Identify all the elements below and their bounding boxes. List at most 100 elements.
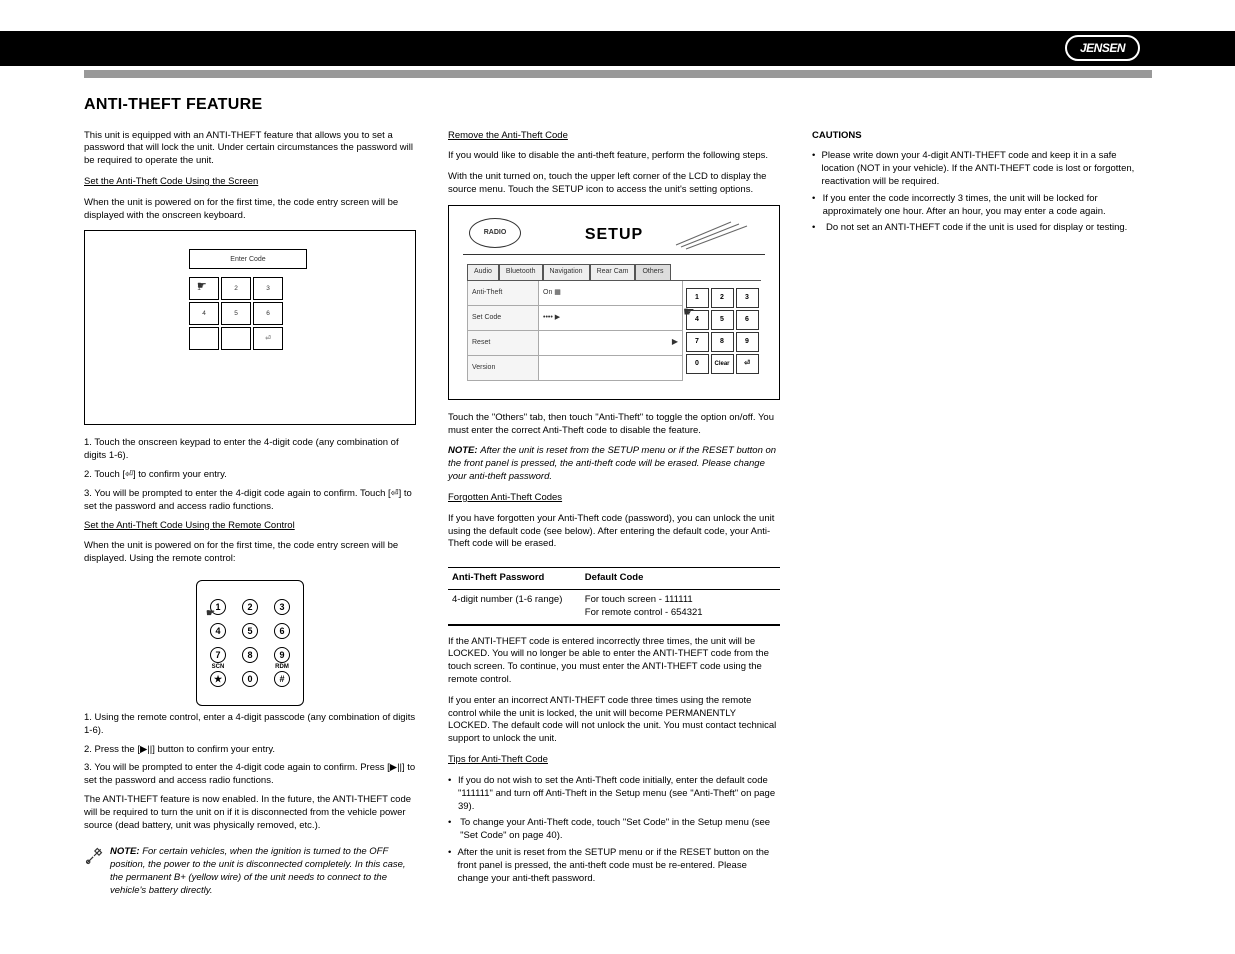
col1-rstep-3: 3. You will be prompted to enter the 4-d… [84, 762, 416, 788]
remote-key-star[interactable]: ★ [210, 671, 226, 687]
numpad-enter[interactable]: ⏎ [736, 354, 759, 374]
key-4[interactable]: 4 [189, 302, 219, 325]
mid-antitheft[interactable]: On ▦ [539, 281, 683, 306]
col1-step-1: 1. Touch the onscreen keypad to enter th… [84, 437, 416, 463]
remote-key-9[interactable]: 9RDM [274, 647, 290, 663]
table-r1c2: For touch screen - 111111 For remote con… [581, 590, 780, 624]
numpad-2[interactable]: 2 [711, 288, 734, 308]
col1-note: NOTE: For certain vehicles, when the ign… [84, 846, 416, 897]
remote-key-8[interactable]: 8 [242, 647, 258, 663]
key-blank-1 [189, 327, 219, 350]
setup-rule [463, 254, 765, 255]
setup-content: Anti-Theft Set Code Reset Version On ▦ •… [467, 280, 761, 381]
col2-note-1: NOTE: After the unit is reset from the S… [448, 445, 780, 483]
document-page: JENSEN ANTI-THEFT FEATURE This unit is e… [0, 0, 1235, 954]
pointer-icon [201, 284, 211, 294]
key-1[interactable]: 1 [189, 277, 219, 300]
remote-key-0[interactable]: 0 [242, 671, 258, 687]
col1-set-remote-label: Set the Anti-Theft Code Using the Remote… [84, 520, 416, 533]
remote-key-2[interactable]: 2 [242, 599, 258, 615]
decor-lines [671, 220, 761, 250]
page-title: ANTI-THEFT FEATURE [84, 94, 1235, 116]
table-r1c2-b: For remote control - 654321 [585, 607, 776, 620]
key-5[interactable]: 5 [221, 302, 251, 325]
column-3: CAUTIONS •Please write down your 4-digit… [812, 130, 1144, 898]
col2-tip-2: •To change your Anti-Theft code, touch "… [448, 817, 780, 843]
col2-tip-3: •After the unit is reset from the SETUP … [448, 847, 780, 885]
numpad-0[interactable]: 0 [686, 354, 709, 374]
label-setcode[interactable]: Set Code [467, 306, 539, 331]
numpad-7[interactable]: 7 [686, 332, 709, 352]
remote-key-9-sub: RDM [275, 663, 289, 671]
col2-locked-p: If you enter an incorrect ANTI-THEFT cod… [448, 695, 780, 746]
col2-note-text: After the unit is reset from the SETUP m… [448, 445, 776, 482]
tools-icon [84, 846, 104, 871]
remote-key-1[interactable]: 1 [210, 599, 226, 615]
numpad-3[interactable]: 3 [736, 288, 759, 308]
col2-forgot-label: Forgotten Anti-Theft Codes [448, 492, 780, 505]
remote-key-3[interactable]: 3 [274, 599, 290, 615]
mid-setcode[interactable]: •••• ▶ [539, 306, 683, 331]
table-h1: Anti-Theft Password [448, 568, 581, 589]
label-antitheft[interactable]: Anti-Theft [467, 281, 539, 306]
key-blank-2 [221, 327, 251, 350]
key-enter[interactable]: ⏎ [253, 327, 283, 350]
table-r1c1: 4-digit number (1-6 range) [448, 590, 581, 624]
columns: This unit is equipped with an ANTI-THEFT… [84, 130, 1149, 898]
tab-others[interactable]: Others [635, 264, 670, 280]
col3-c3: •Do not set an ANTI-THEFT code if the un… [812, 222, 1144, 235]
setup-mid-controls: On ▦ •••• ▶ ▶ [539, 281, 683, 381]
tab-bluetooth[interactable]: Bluetooth [499, 264, 543, 280]
col3-c1: •Please write down your 4-digit ANTI-THE… [812, 150, 1144, 188]
setup-numpad: ☛ 1 2 3 4 5 6 7 8 9 0 [683, 281, 761, 381]
key-6[interactable]: 6 [253, 302, 283, 325]
mid-reset[interactable]: ▶ [539, 331, 683, 356]
mid-version [539, 356, 683, 381]
tabs-row: Audio Bluetooth Navigation Rear Cam Othe… [467, 264, 761, 280]
remote-key-5[interactable]: 5 [242, 623, 258, 639]
code-entry-field: Enter Code [189, 249, 307, 269]
table-r1c2-a: For touch screen - 111111 [585, 594, 776, 607]
remote-key-7[interactable]: 7SCN [210, 647, 226, 663]
col1-intro: This unit is equipped with an ANTI-THEFT… [84, 130, 416, 168]
label-version: Version [467, 356, 539, 381]
column-2: Remove the Anti-Theft Code If you would … [448, 130, 780, 898]
col1-rstep-1: 1. Using the remote control, enter a 4-d… [84, 712, 416, 738]
pointer-icon: ☛ [683, 303, 695, 321]
figure-code-entry-screen: Enter Code 1 2 3 4 5 6 ⏎ [84, 230, 416, 425]
label-reset[interactable]: Reset [467, 331, 539, 356]
figure-setup-screen: RADIO SETUP Audio Bluetooth Navigation R… [448, 205, 780, 400]
numpad-9[interactable]: 9 [736, 332, 759, 352]
numpad-5[interactable]: 5 [711, 310, 734, 330]
col1-step-3: 3. You will be prompted to enter the 4-d… [84, 488, 416, 514]
col2-tip-1: •If you do not wish to set the Anti-Thef… [448, 775, 780, 813]
col1-step-2: 2. Touch [⏎] to confirm your entry. [84, 469, 416, 482]
col1-set-screen-label: Set the Anti-Theft Code Using the Screen [84, 176, 416, 189]
remote-key-6[interactable]: 6 [274, 623, 290, 639]
remote-key-hash[interactable]: # [274, 671, 290, 687]
brand-logo: JENSEN [1065, 35, 1140, 61]
col2-forgot-p: If you have forgotten your Anti-Theft co… [448, 513, 780, 551]
tab-rearcam[interactable]: Rear Cam [590, 264, 636, 280]
header-rule [84, 70, 1152, 78]
table-h2: Default Code [581, 568, 780, 589]
col2-note-prefix: NOTE: [448, 445, 480, 456]
col2-tips-label: Tips for Anti-Theft Code [448, 754, 780, 767]
header-bar: JENSEN [0, 31, 1235, 66]
col1-set-remote-p: When the unit is powered on for the firs… [84, 540, 416, 566]
col2-important-p: If the ANTI-THEFT code is entered incorr… [448, 636, 780, 687]
col2-remove-p2: With the unit turned on, touch the upper… [448, 171, 780, 197]
key-3[interactable]: 3 [253, 277, 283, 300]
col2-remove-p: If you would like to disable the anti-th… [448, 150, 780, 163]
numpad-6[interactable]: 6 [736, 310, 759, 330]
figure-remote-keypad: 1 2 3 4 5 6 7SCN 8 9RDM ★ [196, 580, 304, 706]
tab-navigation[interactable]: Navigation [543, 264, 590, 280]
col2-tabs-p: Touch the "Others" tab, then touch "Anti… [448, 412, 780, 438]
key-2[interactable]: 2 [221, 277, 251, 300]
numpad-8[interactable]: 8 [711, 332, 734, 352]
remote-key-4[interactable]: 4 [210, 623, 226, 639]
tab-audio[interactable]: Audio [467, 264, 499, 280]
col1-note-prefix: NOTE: [110, 846, 142, 857]
col1-note-text: For certain vehicles, when the ignition … [110, 846, 406, 895]
numpad-clear[interactable]: Clear [711, 354, 734, 374]
